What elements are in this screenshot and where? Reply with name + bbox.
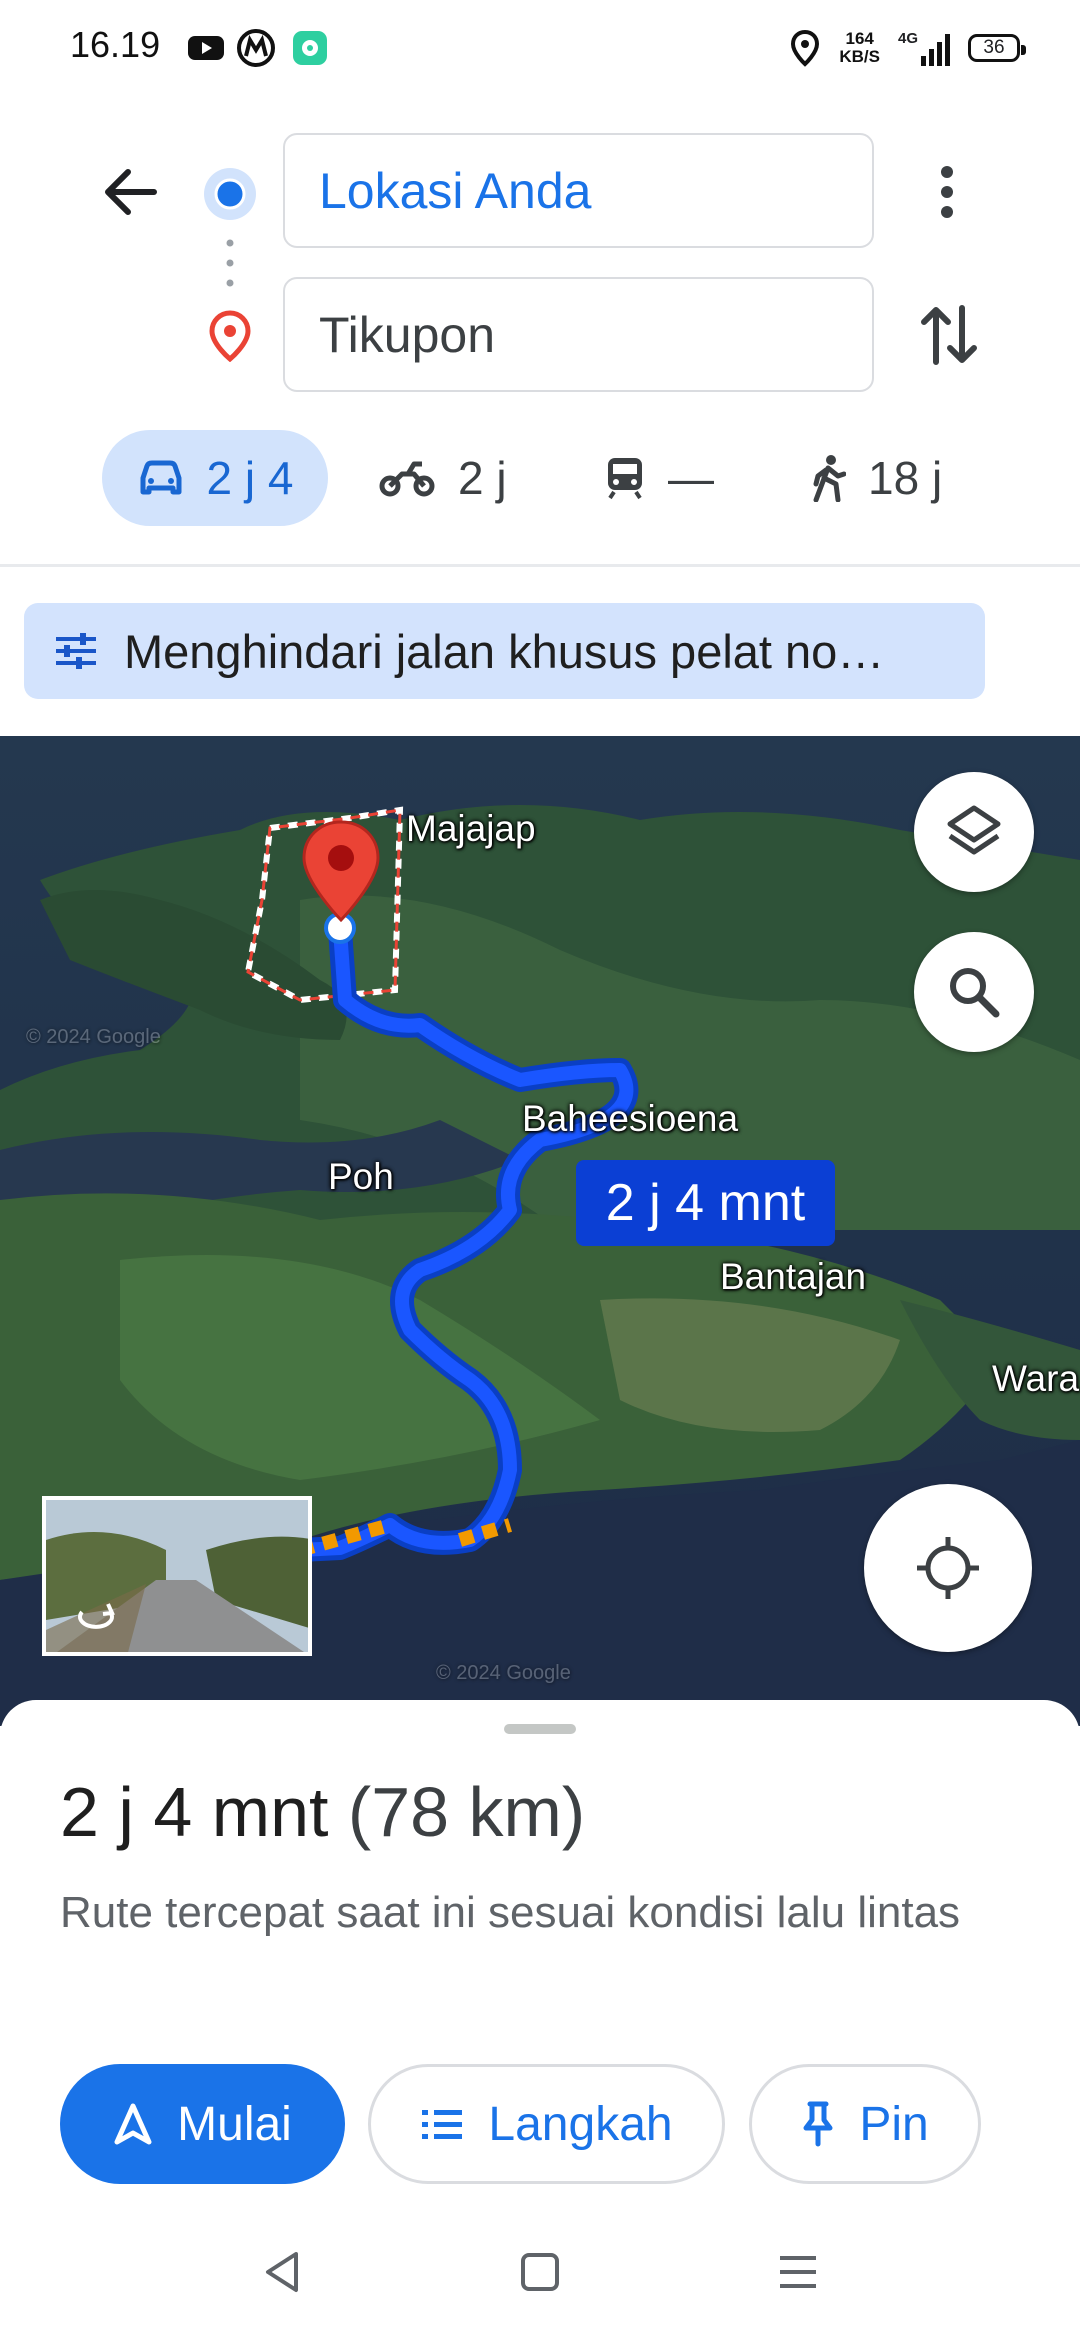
app-m-icon [237, 29, 275, 67]
route-options-text: Menghindari jalan khusus pelat no… [124, 624, 885, 678]
search-icon [950, 968, 1000, 1018]
my-location-button[interactable] [864, 1484, 1032, 1652]
route-options-chip[interactable]: Menghindari jalan khusus pelat no… [24, 603, 985, 699]
pin-label: Pin [859, 2097, 929, 2151]
train-icon [608, 458, 642, 500]
map-watermark: © 2024 Google [436, 1662, 571, 1684]
steps-label: Langkah [488, 2097, 673, 2151]
pin-button[interactable]: Pin [749, 2064, 981, 2184]
map-watermark: © 2024 Google [26, 1026, 161, 1048]
place-label[interactable]: Bantajan [720, 1256, 866, 1298]
car-icon [140, 460, 182, 495]
destination-pin-icon [209, 310, 251, 362]
distance-value: (78 km) [347, 1773, 586, 1851]
nav-home-icon[interactable] [520, 2252, 560, 2292]
destination-input[interactable]: Tikupon [283, 277, 874, 392]
network-speed: 164 KB/S [839, 30, 880, 66]
place-label[interactable]: Baheesioena [522, 1098, 738, 1140]
status-right-group: 164 KB/S 4G 36 [789, 24, 1026, 72]
route-duration: 2 j 4 mnt (78 km) [60, 1772, 585, 1852]
list-icon [422, 2110, 463, 2139]
motorcycle-icon [379, 461, 435, 497]
transit-time: — [668, 452, 714, 504]
origin-dot-icon [204, 168, 256, 220]
signal-icon: 4G [898, 30, 950, 66]
status-bar: 16.19 164 KB/S 4G 36 [0, 0, 1080, 96]
youtube-icon [188, 36, 224, 60]
tune-icon [56, 633, 96, 669]
header-divider [0, 564, 1080, 567]
status-time: 16.19 [70, 24, 161, 65]
steps-button[interactable]: Langkah [368, 2064, 725, 2184]
destination-marker-icon[interactable] [300, 818, 382, 928]
route-dots-icon [226, 239, 234, 287]
place-label[interactable]: Poh [328, 1156, 394, 1198]
start-label: Mulai [177, 2097, 292, 2151]
start-navigation-button[interactable]: Mulai [60, 2064, 345, 2184]
walking-time: 18 j [868, 452, 943, 504]
crosshair-location-icon [917, 1537, 979, 1599]
travel-mode-tabs: 2 j 4 2 j — 18 j [0, 430, 1080, 530]
swap-icon[interactable] [918, 302, 980, 368]
street-view-thumbnail[interactable] [42, 1496, 312, 1656]
layers-button[interactable] [914, 772, 1034, 892]
network-speed-unit: KB/S [839, 47, 880, 66]
route-description: Rute tercepat saat ini sesuai kondisi la… [60, 1888, 961, 1937]
route-time-badge[interactable]: 2 j 4 mnt [576, 1160, 835, 1246]
tab-transit[interactable]: — [604, 430, 714, 526]
search-along-route-button[interactable] [914, 932, 1034, 1052]
sheet-drag-handle[interactable] [504, 1724, 576, 1734]
motorcycle-time: 2 j [458, 452, 507, 504]
navigation-arrow-icon [114, 2103, 152, 2145]
back-arrow-icon[interactable] [100, 164, 160, 220]
driving-time: 2 j 4 [206, 452, 294, 504]
network-speed-value: 164 [845, 29, 874, 48]
network-type: 4G [897, 30, 918, 47]
place-label[interactable]: Wara [992, 1358, 1079, 1400]
tab-driving[interactable]: 2 j 4 [102, 430, 328, 526]
system-navigation-bar [0, 2220, 1080, 2340]
place-label[interactable]: Majajap [406, 808, 536, 850]
more-options-icon[interactable] [930, 162, 964, 222]
nav-recents-icon[interactable] [778, 2252, 818, 2292]
tab-walking[interactable]: 18 j [810, 430, 942, 526]
location-status-icon [791, 29, 820, 67]
duration-value: 2 j 4 mnt [60, 1773, 329, 1851]
map-view[interactable]: Majajap Baheesioena Poh Bantajan Wara © … [0, 736, 1080, 1726]
layers-icon [947, 805, 1001, 855]
battery-icon: 36 [968, 34, 1026, 62]
battery-level: 36 [983, 37, 1005, 58]
tab-motorcycle[interactable]: 2 j [378, 430, 507, 526]
origin-input[interactable]: Lokasi Anda [283, 133, 874, 248]
nav-back-icon[interactable] [262, 2250, 302, 2294]
street-view-image [46, 1500, 308, 1652]
app-notification-icon [293, 31, 327, 65]
pin-icon [803, 2101, 833, 2147]
walking-icon [813, 455, 846, 502]
